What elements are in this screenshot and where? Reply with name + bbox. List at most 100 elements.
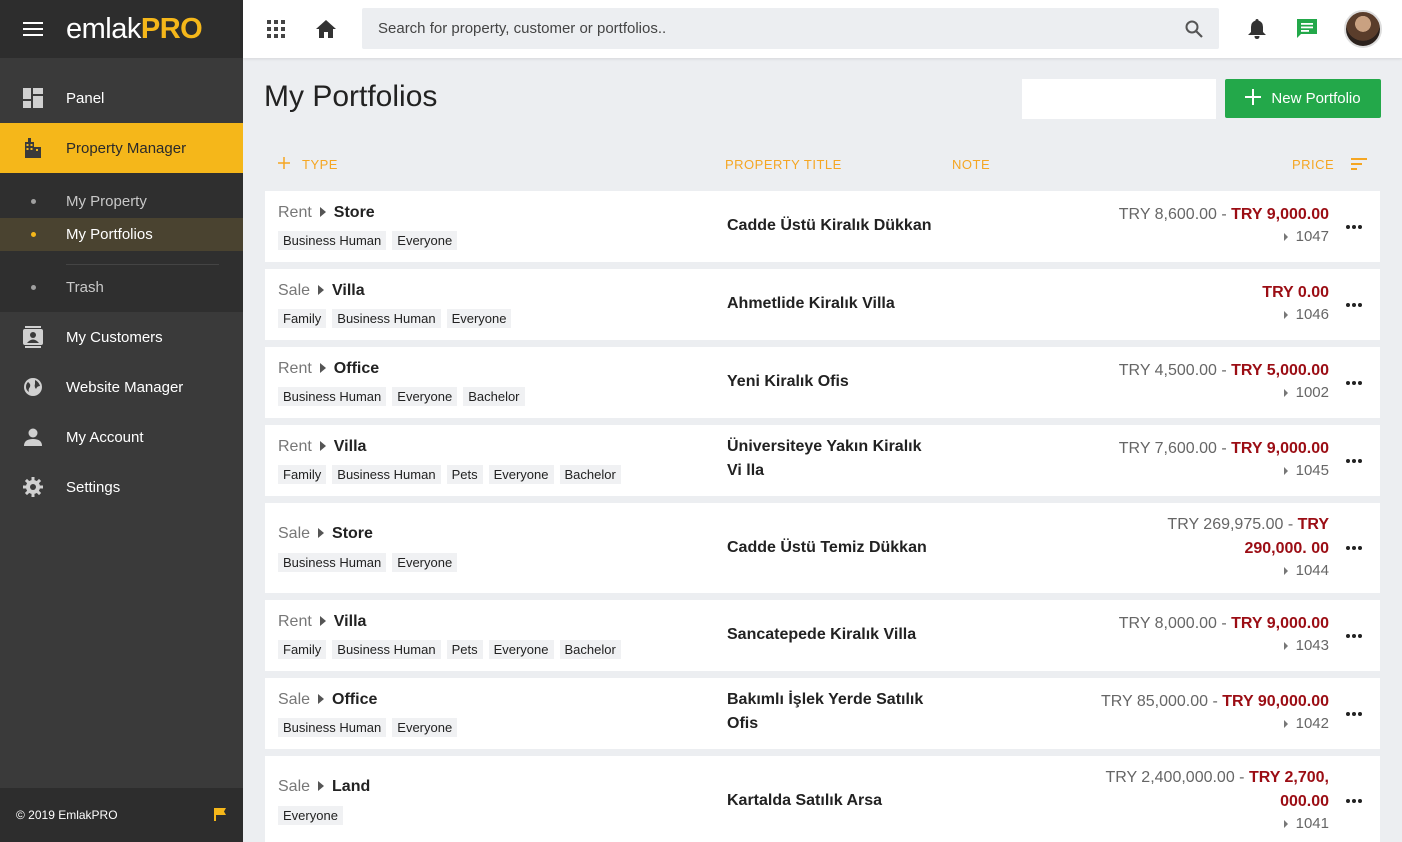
row-tags: Business Human Everyone [278,553,458,572]
row-title[interactable]: Üniversiteye Yakın Kiralık Vi lla [727,435,937,483]
row-title[interactable]: Cadde Üstü Temiz Dükkan [727,536,937,560]
tag: Family [278,640,327,659]
search-input[interactable] [378,20,1169,37]
nav-my-account[interactable]: My Account [0,412,243,462]
menu-icon[interactable] [0,0,66,58]
app-logo[interactable]: emlakPRO [66,13,203,46]
row-title[interactable]: Sancatepede Kiralık Villa [727,623,937,647]
main-content: My Portfolios New Portfolio TYPE PROPERT… [243,58,1402,842]
row-id-value: 1043 [1295,637,1329,654]
caret-right-icon [319,613,326,631]
row-title[interactable]: Bakımlı İşlek Yerde Satılık Ofis [727,688,937,736]
row-kind: Villa [333,613,367,630]
caret-right-icon [1283,637,1288,654]
sidebar-footer: © 2019 EmlakPRO [0,788,243,842]
row-title[interactable]: Kartalda Satılık Arsa [727,789,937,813]
row-id: 1043 [1283,637,1329,654]
filter-input[interactable] [1022,79,1216,119]
row-id-value: 1044 [1295,562,1329,579]
column-price[interactable]: PRICE [1292,157,1334,172]
copyright: © 2019 EmlakPRO [16,808,118,822]
flag-icon[interactable] [213,807,227,824]
nav-website-manager-label: Website Manager [66,378,184,396]
row-title[interactable]: Cadde Üstü Kiralık Dükkan [727,214,937,238]
more-options-icon[interactable] [1342,702,1366,726]
more-options-icon[interactable] [1342,449,1366,473]
portfolio-row[interactable]: Rent Villa Family Business Human Pets Every… [265,600,1380,671]
row-price: TRY 2,400,000.00 - TRY 2,700, 000.00 [1104,766,1329,814]
plus-icon[interactable] [278,157,290,172]
apps-grid-icon[interactable] [251,0,301,58]
nav-property-manager-label: Property Manager [66,139,187,157]
tag: Business Human [278,231,387,250]
tag: Business Human [332,640,441,659]
row-type: Sale Office [278,691,377,709]
sub-trash[interactable]: Trash [0,271,243,304]
portfolio-row[interactable]: Sale Office Business Human Everyone Bakım… [265,678,1380,749]
sub-my-portfolios[interactable]: My Portfolios [0,218,243,251]
tag: Bachelor [559,640,621,659]
tag: Everyone [392,553,458,572]
sub-my-portfolios-label: My Portfolios [66,226,153,243]
row-title[interactable]: Yeni Kiralık Ofis [727,370,937,394]
portfolio-row[interactable]: Rent Store Business Human Everyone Cadde … [265,191,1380,262]
new-portfolio-button[interactable]: New Portfolio [1225,79,1381,118]
portfolio-row[interactable]: Rent Villa Family Business Human Pets Every… [265,425,1380,496]
more-options-icon[interactable] [1342,293,1366,317]
row-title[interactable]: Ahmetlide Kiralık Villa [727,292,937,316]
price-new: TRY 0.00 [1262,284,1329,301]
portfolio-row[interactable]: Sale Villa Family Business Human Everyone … [265,269,1380,340]
price-old: TRY 85,000.00 - [1100,693,1223,710]
sub-my-property[interactable]: My Property [0,185,243,218]
tag: Family [278,309,327,328]
nav-property-manager[interactable]: Property Manager [0,123,243,173]
portfolio-row[interactable]: Rent Office Business Human Everyone Bachel… [265,347,1380,418]
row-id: 1047 [1283,228,1329,245]
more-options-icon[interactable] [1342,624,1366,648]
tag: Everyone [392,231,458,250]
tag: Everyone [278,806,343,825]
portfolio-row[interactable]: Sale Store Business Human Everyone Cadde … [265,503,1380,593]
sort-icon[interactable] [1351,158,1367,173]
avatar[interactable] [1344,10,1382,48]
nav-settings[interactable]: Settings [0,462,243,512]
chat-icon[interactable] [1282,0,1332,58]
home-icon[interactable] [301,0,351,58]
row-tags: Business Human Everyone Bachelor [278,387,525,406]
tag: Everyone [446,309,512,328]
more-options-icon[interactable] [1342,789,1366,813]
contacts-icon [0,326,66,348]
search-icon[interactable] [1169,20,1219,38]
row-mode: Sale [278,778,311,795]
dashboard-icon [0,88,66,108]
row-kind: Land [332,778,371,795]
column-property-title[interactable]: PROPERTY TITLE [725,157,842,172]
more-options-icon[interactable] [1342,536,1366,560]
caret-right-icon [1283,384,1288,401]
row-tags: Family Business Human Everyone [278,309,512,328]
row-kind: Office [333,360,380,377]
more-options-icon[interactable] [1342,371,1366,395]
nav-my-customers[interactable]: My Customers [0,312,243,362]
price-old: TRY 8,600.00 - [1118,206,1232,223]
tag: Bachelor [559,465,621,484]
row-id-value: 1002 [1295,384,1329,401]
portfolio-row[interactable]: Sale Land Everyone Kartalda Satılık Arsa… [265,756,1380,842]
nav-website-manager[interactable]: Website Manager [0,362,243,412]
caret-right-icon [1283,562,1288,579]
nav-panel[interactable]: Panel [0,73,243,123]
row-tags: Business Human Everyone [278,231,458,250]
row-type: Sale Land [278,778,370,796]
caret-right-icon [319,438,326,456]
tag: Everyone [488,640,554,659]
row-kind: Office [332,691,378,708]
column-type[interactable]: TYPE [278,157,338,172]
row-mode: Rent [278,438,312,455]
row-price: TRY 8,000.00 - TRY 9,000.00 [1089,612,1329,636]
price-new: TRY 9,000.00 [1231,615,1329,632]
row-price: TRY 269,975.00 - TRY 290,000. 00 [1104,513,1329,561]
row-id: 1002 [1283,384,1329,401]
bell-icon[interactable] [1232,0,1282,58]
column-note[interactable]: NOTE [952,157,990,172]
more-options-icon[interactable] [1342,215,1366,239]
